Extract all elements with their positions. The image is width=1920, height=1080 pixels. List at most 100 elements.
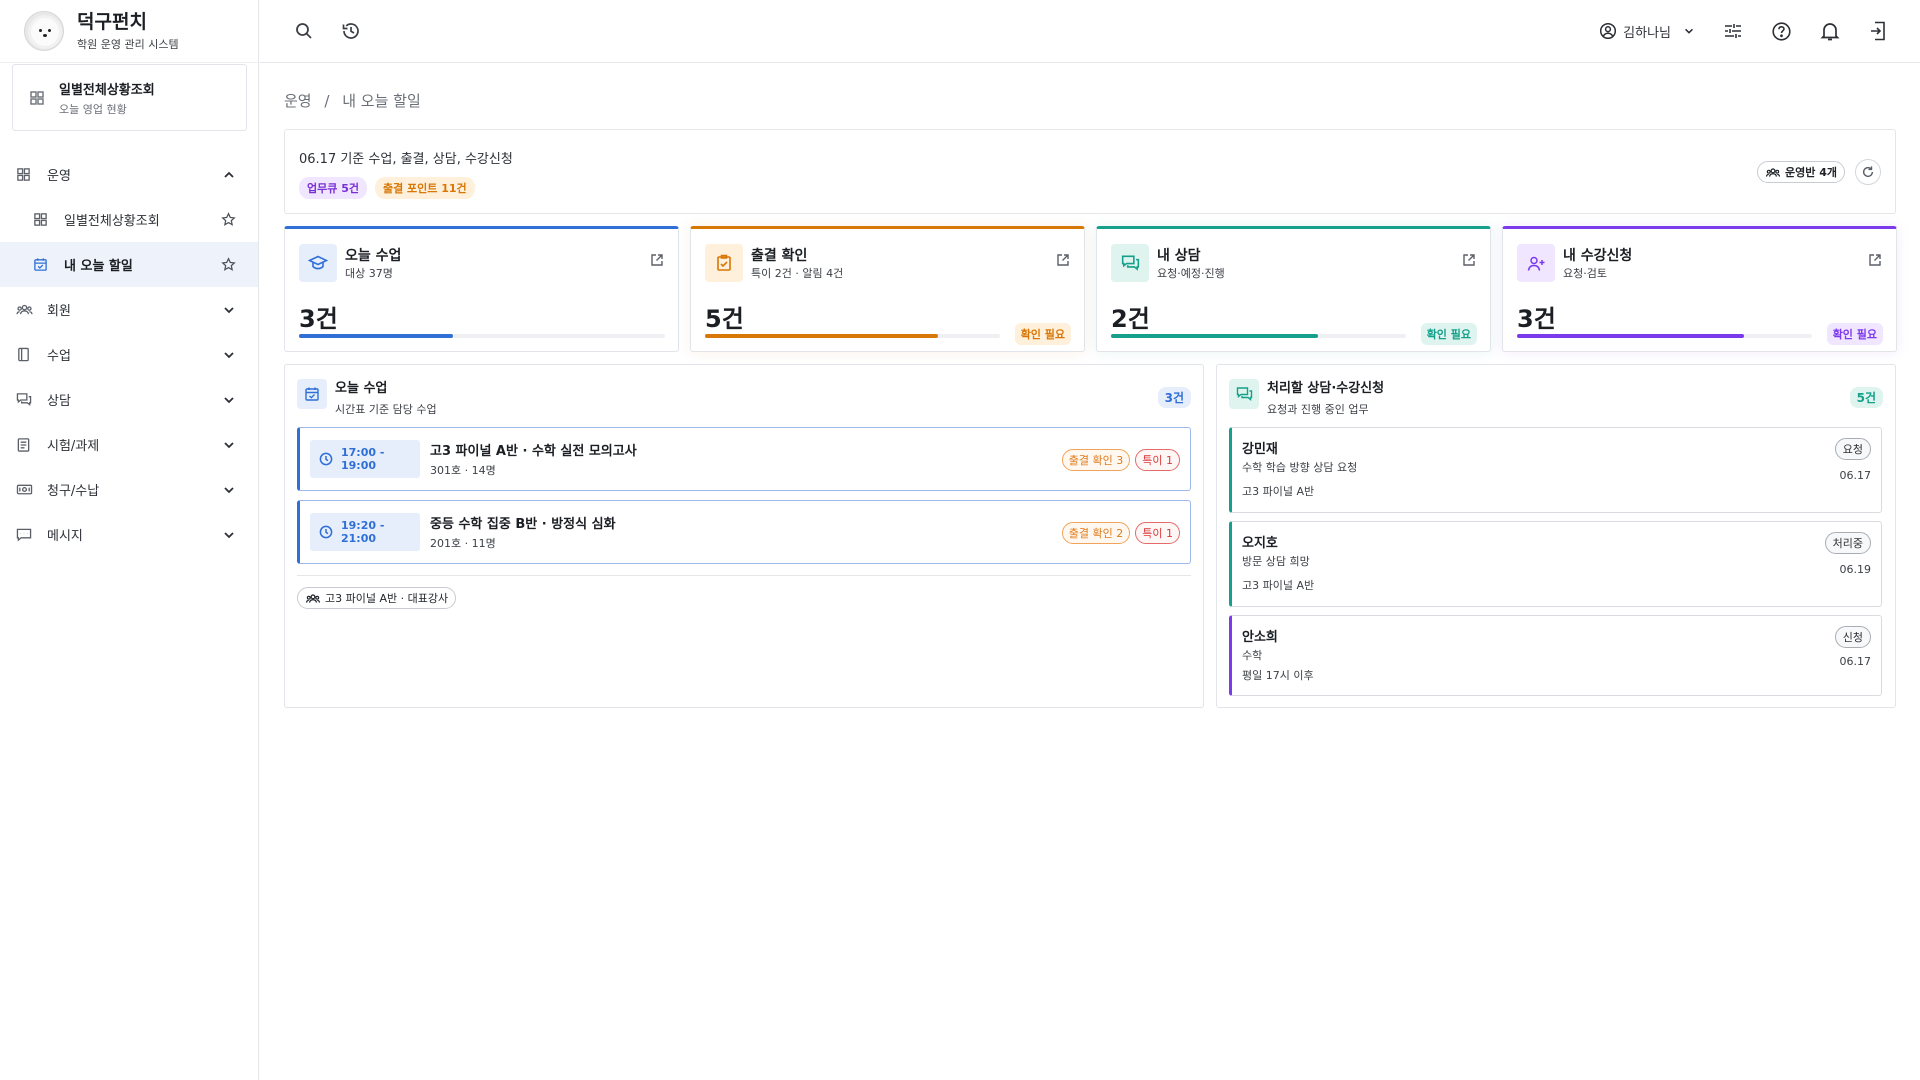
external-link-icon[interactable] <box>1056 253 1070 267</box>
class-time: 17:00 - 19:00 <box>341 446 385 472</box>
class-filter-chip[interactable]: 고3 파이널 A반 · 대표강사 <box>297 587 457 609</box>
request-detail: 수학 <box>1242 649 1263 662</box>
status-badge: 요청 <box>1834 438 1871 460</box>
breadcrumb-current: 내 오늘 할일 <box>342 92 421 110</box>
sidebar-item-daily-status[interactable]: 일별전체상황조회 <box>0 197 258 242</box>
sidebar-item-members[interactable]: 회원 <box>0 287 258 332</box>
sidebar-item-label: 운영 <box>47 169 71 184</box>
message-icon <box>16 527 34 542</box>
request-detail: 방문 상담 희망 <box>1242 555 1310 568</box>
top-bar: 김하나님 <box>260 0 1920 63</box>
sidebar-item-billing[interactable]: 청구/수납 <box>0 467 258 512</box>
brand[interactable]: 덕구펀치 학원 운영 관리 시스템 <box>0 0 258 63</box>
breadcrumb-parent[interactable]: 운영 <box>284 92 312 110</box>
chevron-down-icon[interactable] <box>222 303 236 317</box>
needs-check-badge: 확인 필요 <box>1826 323 1883 345</box>
book-icon <box>16 347 34 362</box>
stat-value: 3건 <box>299 305 338 333</box>
progress-track <box>705 334 1000 338</box>
chat-icon <box>16 392 34 407</box>
users-icon <box>305 592 321 605</box>
class-room: 201호 · 11명 <box>430 537 496 550</box>
clock-icon <box>319 525 333 539</box>
chevron-down-icon[interactable] <box>222 348 236 362</box>
money-icon <box>16 482 34 497</box>
sidebar-item-counseling[interactable]: 상담 <box>0 377 258 422</box>
chevron-down-icon[interactable] <box>222 483 236 497</box>
request-item[interactable]: 강민재 수학 학습 방향 상담 요청 고3 파이널 A반 요청 06.17 <box>1229 427 1882 513</box>
panel-subtitle: 요청과 진행 중인 업무 <box>1267 403 1369 416</box>
status-badge: 처리중 <box>1824 532 1871 554</box>
sidebar-nav: 운영 일별전체상황조회 내 오늘 할일 회원 수업 상담 시험/과제 청구/수납… <box>0 152 258 557</box>
chevron-up-icon[interactable] <box>222 168 236 182</box>
search-icon[interactable] <box>294 21 314 41</box>
user-name: 김하나님 <box>1623 25 1671 41</box>
sidebar-item-my-today[interactable]: 내 오늘 할일 <box>0 242 258 287</box>
logout-icon[interactable] <box>1868 20 1888 42</box>
stat-card-attendance[interactable]: 출결 확인 특이 2건 · 알림 4건 5건 확인 필요 <box>690 226 1085 352</box>
external-link-icon[interactable] <box>1868 253 1882 267</box>
breadcrumb-separator: / <box>324 92 330 110</box>
sidebar-item-label: 일별전체상황조회 <box>64 214 160 229</box>
panel-title: 오늘 수업 <box>335 381 388 396</box>
stat-card-today-classes[interactable]: 오늘 수업 대상 37명 3건 <box>284 226 679 352</box>
refresh-button[interactable] <box>1855 159 1881 185</box>
external-link-icon[interactable] <box>1462 253 1476 267</box>
clipboard-check-icon <box>705 244 743 282</box>
class-row[interactable]: 19:20 - 21:00 중등 수학 집중 B반 · 방정식 심화 201호 … <box>297 500 1191 564</box>
user-circle-icon <box>1599 22 1617 40</box>
panel-title: 처리할 상담·수강신청 <box>1267 381 1385 396</box>
user-add-icon <box>1517 244 1555 282</box>
special-note-pill[interactable]: 특이 1 <box>1135 522 1180 544</box>
request-item[interactable]: 오지호 방문 상담 희망 고3 파이널 A반 처리중 06.19 <box>1229 521 1882 607</box>
stat-card-counseling[interactable]: 내 상담 요청·예정·진행 2건 확인 필요 <box>1096 226 1491 352</box>
app-subtitle: 학원 운영 관리 시스템 <box>77 37 179 51</box>
time-box: 19:20 - 21:00 <box>310 513 420 551</box>
external-link-icon[interactable] <box>650 253 664 267</box>
logo-avatar <box>24 11 64 51</box>
panel-subtitle: 시간표 기준 담당 수업 <box>335 403 437 416</box>
settings-sliders-icon[interactable] <box>1723 21 1743 41</box>
class-title: 고3 파이널 A반 · 수학 실전 모의고사 <box>430 444 637 459</box>
bell-icon[interactable] <box>1820 21 1840 42</box>
request-date: 06.17 <box>1839 469 1872 482</box>
chevron-down-icon[interactable] <box>222 528 236 542</box>
refresh-icon <box>1861 165 1875 179</box>
attendance-check-pill[interactable]: 출결 확인 3 <box>1061 449 1131 471</box>
chevron-down-icon[interactable] <box>222 438 236 452</box>
star-icon[interactable] <box>221 257 236 272</box>
stat-title: 오늘 수업 <box>345 248 402 264</box>
sidebar-item-exams[interactable]: 시험/과제 <box>0 422 258 467</box>
request-item[interactable]: 안소희 수학 평일 17시 이후 신청 06.17 <box>1229 615 1882 696</box>
users-icon <box>16 302 34 317</box>
sidebar-item-label: 내 오늘 할일 <box>64 259 133 274</box>
class-chip-label: 고3 파이널 A반 · 대표강사 <box>325 592 449 605</box>
stat-subtitle: 요청·검토 <box>1563 267 1607 280</box>
chevron-down-icon[interactable] <box>222 393 236 407</box>
grid-icon <box>33 212 51 227</box>
stat-card-enrollment[interactable]: 내 수강신청 요청·검토 3건 확인 필요 <box>1502 226 1897 352</box>
special-note-pill[interactable]: 특이 1 <box>1135 449 1180 471</box>
stat-value: 2건 <box>1111 305 1150 333</box>
progress-fill <box>1111 334 1318 338</box>
sidebar-item-label: 메시지 <box>47 529 83 544</box>
history-icon[interactable] <box>340 20 362 42</box>
sidebar-item-classes[interactable]: 수업 <box>0 332 258 377</box>
class-count-chip[interactable]: 운영반 4개 <box>1757 161 1845 183</box>
attendance-check-pill[interactable]: 출결 확인 2 <box>1061 522 1131 544</box>
request-date: 06.17 <box>1839 655 1872 668</box>
calendar-check-icon <box>297 379 327 409</box>
help-icon[interactable] <box>1771 21 1792 42</box>
user-menu[interactable]: 김하나님 <box>1599 22 1695 41</box>
sidebar-item-label: 수업 <box>47 349 71 364</box>
class-row[interactable]: 17:00 - 19:00 고3 파이널 A반 · 수학 실전 모의고사 301… <box>297 427 1191 491</box>
divider <box>297 575 1191 576</box>
summary-title: 06.17 기준 수업, 출결, 상담, 수강신청 <box>299 152 513 167</box>
sidebar-item-messages[interactable]: 메시지 <box>0 512 258 557</box>
pinned-shortcut[interactable]: 일별전체상황조회 오늘 영업 현황 <box>12 64 247 131</box>
chat-icon <box>1111 244 1149 282</box>
progress-fill <box>1517 334 1745 338</box>
sidebar-item-operations[interactable]: 운영 <box>0 152 258 197</box>
star-icon[interactable] <box>221 212 236 227</box>
stat-title: 내 수강신청 <box>1563 248 1633 264</box>
